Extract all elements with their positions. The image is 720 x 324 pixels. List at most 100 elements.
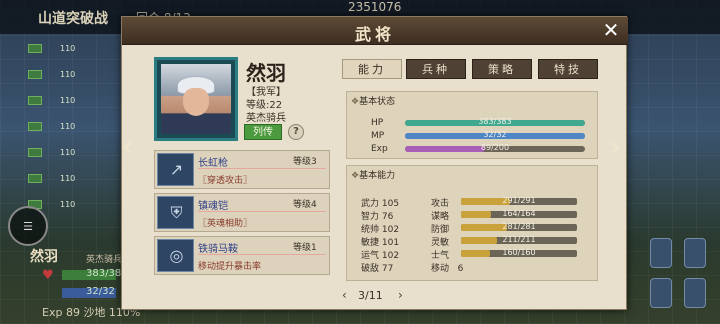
hero-name: 然羽 — [246, 61, 286, 85]
skill-description: 〖英魂相助〗 — [198, 219, 253, 229]
dexterity-bar: 211/211 — [461, 235, 577, 244]
hp-value: 383/383 — [478, 117, 512, 126]
mp-bar: 32/32 — [405, 130, 585, 139]
attr-dexterity-label: 灵敏 — [431, 238, 450, 248]
map-tile[interactable] — [28, 174, 42, 183]
biography-button[interactable]: 列传 — [244, 124, 282, 140]
attr-command: 统帅 102 — [361, 222, 399, 235]
attr-label: 破敌 — [361, 264, 380, 274]
skill-divider — [198, 211, 326, 212]
skill-card[interactable]: ↗ 长虹枪 等级3 〖穿透攻击〗 — [154, 150, 330, 189]
selected-unit-type: 英杰骑兵 — [86, 255, 123, 265]
tile-value: 110 — [60, 44, 76, 53]
hero-portrait[interactable] — [154, 57, 238, 141]
skill-name: 镇魂铠 — [198, 201, 228, 212]
attr-label: 敏捷 — [361, 238, 380, 248]
attr-value: 105 — [381, 199, 400, 209]
defense-value: 281/281 — [502, 222, 536, 231]
skill-name: 铁骑马鞍 — [198, 244, 238, 255]
basic-status-panel: ❖基本状态 HP 383/383 MP 32/32 Exp 89/200 — [346, 91, 598, 159]
attr-value: 101 — [381, 238, 400, 248]
move-label: 移动 — [431, 264, 450, 274]
map-tile[interactable] — [28, 44, 42, 53]
tactics-value: 164/164 — [502, 209, 536, 218]
skill-divider — [198, 254, 326, 255]
exp-bar: 89/200 — [405, 143, 585, 152]
exp-value: 89/200 — [480, 143, 510, 152]
map-tile[interactable] — [28, 96, 42, 105]
gold-counter: 2351076 — [348, 0, 402, 14]
attr-move: 移动 6 — [431, 261, 463, 274]
attr-label: 统帅 — [361, 225, 380, 235]
tab-troop-type[interactable]: 兵种 — [406, 59, 466, 79]
attr-break: 破敌 77 — [361, 261, 393, 274]
enemy-soldier[interactable] — [650, 278, 672, 308]
basic-ability-panel: ❖基本能力 武力 105 智力 76 统帅 102 敏捷 101 运气 102 … — [346, 165, 598, 281]
hp-label: HP — [371, 118, 384, 128]
tile-value: 110 — [60, 122, 76, 131]
basic-status-title: 基本状态 — [359, 97, 396, 107]
tactics-bar: 164/164 — [461, 209, 577, 218]
dexterity-value: 211/211 — [502, 235, 536, 244]
general-info-dialog: 武将 ✕ 然羽 【我军】 等级:22 英杰骑兵 列传 ? ↗ 长虹枪 等级3 〖… — [121, 16, 628, 310]
tab-strategy[interactable]: 策略 — [472, 59, 532, 79]
attack-bar: 291/291 — [461, 196, 577, 205]
attr-value: 102 — [381, 251, 400, 261]
page-next-icon[interactable]: › — [398, 288, 403, 302]
skill-divider — [198, 168, 326, 169]
enemy-soldier[interactable] — [650, 238, 672, 268]
portrait-art — [161, 64, 231, 134]
morale-value: 160/160 — [502, 248, 536, 257]
attr-label: 智力 — [361, 212, 380, 222]
close-icon[interactable]: ✕ — [601, 20, 621, 41]
skill-description: 〖穿透攻击〗 — [198, 176, 253, 186]
diamond-icon: ❖ — [351, 171, 360, 181]
tab-special-skill[interactable]: 特技 — [538, 59, 598, 79]
diamond-icon: ❖ — [351, 97, 360, 107]
mp-label: MP — [371, 131, 385, 141]
tile-value: 110 — [60, 148, 76, 157]
help-icon[interactable]: ? — [288, 124, 304, 140]
morale-bar: 160/160 — [461, 248, 577, 257]
map-tile[interactable] — [28, 148, 42, 157]
attr-strength: 武力 105 — [361, 196, 399, 209]
map-tile[interactable] — [28, 122, 42, 131]
portrait-face — [183, 88, 209, 116]
basic-status-header: ❖基本状态 — [351, 94, 395, 107]
basic-ability-header: ❖基本能力 — [351, 168, 395, 181]
basic-ability-title: 基本能力 — [359, 171, 396, 181]
hp-bar: 383/383 — [405, 117, 585, 126]
attr-agility: 敏捷 101 — [361, 235, 399, 248]
attr-label: 运气 — [361, 251, 380, 261]
defense-bar: 281/281 — [461, 222, 577, 231]
enemy-soldier[interactable] — [684, 238, 706, 268]
mp-value: 32/32 — [483, 130, 507, 139]
skill-card[interactable]: ⛨ 镇魂铠 等级4 〖英魂相助〗 — [154, 193, 330, 232]
heart-icon: ♥ — [42, 268, 54, 283]
tab-ability[interactable]: 能力 — [342, 59, 402, 79]
tile-value: 110 — [60, 174, 76, 183]
skill-description: 移动提升暴击率 — [198, 262, 262, 272]
exp-value: Exp 89 — [42, 306, 80, 319]
attr-value: 77 — [381, 264, 394, 274]
attr-value: 102 — [381, 225, 400, 235]
attr-intelligence: 智力 76 — [361, 209, 393, 222]
next-general-icon[interactable]: › — [610, 132, 621, 162]
enemy-soldier[interactable] — [684, 278, 706, 308]
page-prev-icon[interactable]: ‹ — [342, 288, 347, 302]
attr-value: 76 — [381, 212, 394, 222]
move-value: 6 — [457, 264, 464, 274]
skill-card[interactable]: ◎ 铁骑马鞍 等级1 移动提升暴击率 — [154, 236, 330, 275]
attr-defense-label: 防御 — [431, 225, 450, 235]
tile-value: 110 — [60, 70, 76, 79]
selected-unit-name: 然羽 — [30, 249, 58, 265]
side-menu-button[interactable]: ☰ — [8, 206, 48, 246]
map-tile[interactable] — [28, 70, 42, 79]
exp-label: Exp — [371, 144, 388, 154]
skill-level: 等级3 — [293, 157, 317, 167]
attr-morale-label: 士气 — [431, 251, 450, 261]
previous-general-icon[interactable]: ‹ — [122, 132, 133, 162]
armor-icon: ⛨ — [157, 196, 194, 229]
spear-icon: ↗ — [157, 153, 194, 186]
attr-tactics-label: 谋略 — [431, 212, 450, 222]
